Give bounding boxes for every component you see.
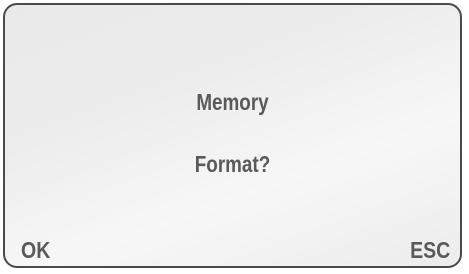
lcd-screen: Memory Format? OK ESC xyxy=(3,3,462,268)
message-line-1: Memory xyxy=(196,89,269,115)
ok-softkey[interactable]: OK xyxy=(21,237,50,264)
message-line-2: Format? xyxy=(194,151,271,177)
esc-softkey[interactable]: ESC xyxy=(410,237,450,264)
